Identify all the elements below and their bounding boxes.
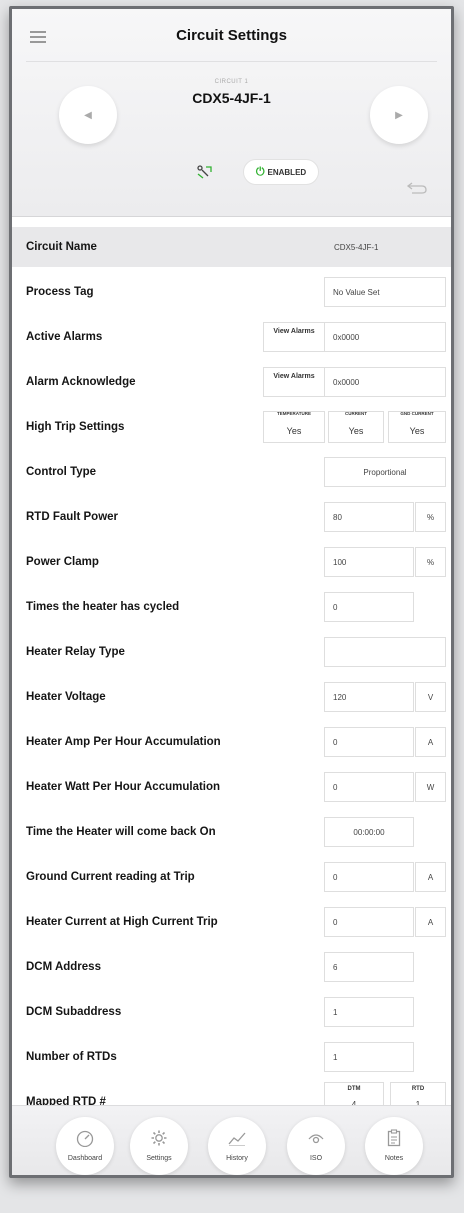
clipboard-icon <box>387 1129 401 1147</box>
row-rtd-fault-power: RTD Fault Power 80 % <box>12 497 451 537</box>
row-times-cycled: Times the heater has cycled 0 <box>12 587 451 627</box>
row-number-of-rtds: Number of RTDs 1 <box>12 1037 451 1077</box>
undo-arrow-icon[interactable] <box>406 181 428 195</box>
times-cycled-value: 0 <box>324 592 414 622</box>
power-clamp-input[interactable]: 100 <box>324 547 414 577</box>
back-on-time-value: 00:00:00 <box>324 817 414 847</box>
relay-type-label: Heater Relay Type <box>26 646 125 658</box>
chevron-left-icon: ◀ <box>84 109 92 121</box>
gnd-current-trip-toggle[interactable]: GND CURRENT Yes <box>388 411 446 443</box>
high-current-trip-value: 0 <box>324 907 414 937</box>
active-alarms-value: 0x0000 <box>324 322 446 352</box>
tab-notes-label: Notes <box>384 1155 404 1162</box>
ground-current-trip-value: 0 <box>324 862 414 892</box>
watt-hour-value: 0 <box>324 772 414 802</box>
circuit-name-label: Circuit Name <box>26 241 97 253</box>
current-trip-toggle[interactable]: CURRENT Yes <box>328 411 384 443</box>
number-of-rtds-label: Number of RTDs <box>26 1051 117 1063</box>
row-heater-voltage: Heater Voltage 120 V <box>12 677 451 717</box>
alarm-acknowledge-label: Alarm Acknowledge <box>26 376 136 388</box>
heater-voltage-input[interactable]: 120 <box>324 682 414 712</box>
tab-iso-label: ISO <box>309 1155 323 1162</box>
row-high-current-trip: Heater Current at High Current Trip 0 A <box>12 902 451 942</box>
control-type-label: Control Type <box>26 466 97 478</box>
tab-settings[interactable]: Settings <box>130 1117 188 1175</box>
header-divider <box>26 61 437 62</box>
high-current-trip-unit: A <box>415 907 446 937</box>
bottom-navigation: Dashboard Settings History ISO Notes <box>12 1105 451 1175</box>
heater-voltage-unit: V <box>415 682 446 712</box>
dcm-address-label: DCM Address <box>26 961 101 973</box>
tab-history-label: History <box>226 1155 248 1162</box>
high-trip-settings-label: High Trip Settings <box>26 421 125 433</box>
active-alarms-label: Active Alarms <box>26 331 103 343</box>
rtd-fault-power-label: RTD Fault Power <box>26 511 119 523</box>
page-title: Circuit Settings <box>176 27 287 44</box>
process-tag-label: Process Tag <box>26 286 94 298</box>
view-ack-alarms-button[interactable]: View Alarms <box>263 367 325 397</box>
ground-current-trip-unit: A <box>415 862 446 892</box>
power-clamp-label: Power Clamp <box>26 556 99 568</box>
row-dcm-address: DCM Address 6 <box>12 947 451 987</box>
device-frame: Circuit Settings ◀ CIRCUIT 1 CDX5-4JF-1 … <box>9 6 454 1178</box>
view-active-alarms-button[interactable]: View Alarms <box>263 322 325 352</box>
row-process-tag: Process Tag No Value Set <box>12 272 451 312</box>
watt-hour-unit: W <box>415 772 446 802</box>
row-alarm-acknowledge: Alarm Acknowledge View Alarms 0x0000 <box>12 362 451 402</box>
row-ground-current-trip: Ground Current reading at Trip 0 A <box>12 857 451 897</box>
connection-icon <box>197 165 212 179</box>
row-back-on-time: Time the Heater will come back On 00:00:… <box>12 812 451 852</box>
row-amp-hour: Heater Amp Per Hour Accumulation 0 A <box>12 722 451 762</box>
amp-hour-unit: A <box>415 727 446 757</box>
dcm-subaddress-label: DCM Subaddress <box>26 1006 122 1018</box>
process-tag-input[interactable]: No Value Set <box>324 277 446 307</box>
rtd-fault-power-unit: % <box>415 502 446 532</box>
next-circuit-button[interactable]: ▶ <box>370 86 428 144</box>
tab-dashboard-label: Dashboard <box>67 1155 103 1162</box>
row-watt-hour: Heater Watt Per Hour Accumulation 0 W <box>12 767 451 807</box>
row-control-type: Control Type Proportional <box>12 452 451 492</box>
times-cycled-label: Times the heater has cycled <box>26 601 180 613</box>
status-label: ENABLED <box>267 167 307 177</box>
enabled-status-toggle[interactable]: ⏻ ENABLED <box>243 159 319 185</box>
temperature-trip-toggle[interactable]: TEMPERATURE Yes <box>263 411 325 443</box>
tab-iso[interactable]: ISO <box>287 1117 345 1175</box>
tab-notes[interactable]: Notes <box>365 1117 423 1175</box>
amp-hour-value: 0 <box>324 727 414 757</box>
power-clamp-unit: % <box>415 547 446 577</box>
circuit-caption: CIRCUIT 1 <box>214 79 249 85</box>
row-relay-type: Heater Relay Type <box>12 632 451 672</box>
number-of-rtds-input[interactable]: 1 <box>324 1042 414 1072</box>
row-dcm-subaddress: DCM Subaddress 1 <box>12 992 451 1032</box>
back-on-time-label: Time the Heater will come back On <box>26 826 216 838</box>
line-chart-icon <box>228 1132 246 1146</box>
watt-hour-label: Heater Watt Per Hour Accumulation <box>26 781 221 793</box>
power-icon: ⏻ <box>255 165 265 178</box>
chevron-right-icon: ▶ <box>395 109 403 121</box>
tab-dashboard[interactable]: Dashboard <box>56 1117 114 1175</box>
tab-history[interactable]: History <box>208 1117 266 1175</box>
alarm-acknowledge-value: 0x0000 <box>324 367 446 397</box>
status-row: ⏻ ENABLED <box>12 159 451 185</box>
active-tab-indicator <box>132 1176 187 1178</box>
row-high-trip-settings: High Trip Settings TEMPERATURE Yes CURRE… <box>12 407 451 447</box>
row-circuit-name: Circuit Name CDX5-4JF-1 <box>12 227 451 267</box>
gauge-icon <box>76 1130 94 1147</box>
dcm-address-input[interactable]: 6 <box>324 952 414 982</box>
circuit-name-value: CDX5-4JF-1 <box>334 242 379 252</box>
circuit-header: Circuit Settings ◀ CIRCUIT 1 CDX5-4JF-1 … <box>12 9 451 217</box>
row-power-clamp: Power Clamp 100 % <box>12 542 451 582</box>
high-current-trip-label: Heater Current at High Current Trip <box>26 916 218 928</box>
iso-icon <box>308 1134 324 1144</box>
amp-hour-label: Heater Amp Per Hour Accumulation <box>26 736 221 748</box>
ground-current-trip-label: Ground Current reading at Trip <box>26 871 195 883</box>
dcm-subaddress-input[interactable]: 1 <box>324 997 414 1027</box>
rtd-fault-power-input[interactable]: 80 <box>324 502 414 532</box>
gear-icon <box>151 1130 167 1146</box>
relay-type-select[interactable] <box>324 637 446 667</box>
control-type-select[interactable]: Proportional <box>324 457 446 487</box>
tab-settings-label: Settings <box>146 1155 172 1162</box>
heater-voltage-label: Heater Voltage <box>26 691 106 703</box>
row-active-alarms: Active Alarms View Alarms 0x0000 <box>12 317 451 357</box>
